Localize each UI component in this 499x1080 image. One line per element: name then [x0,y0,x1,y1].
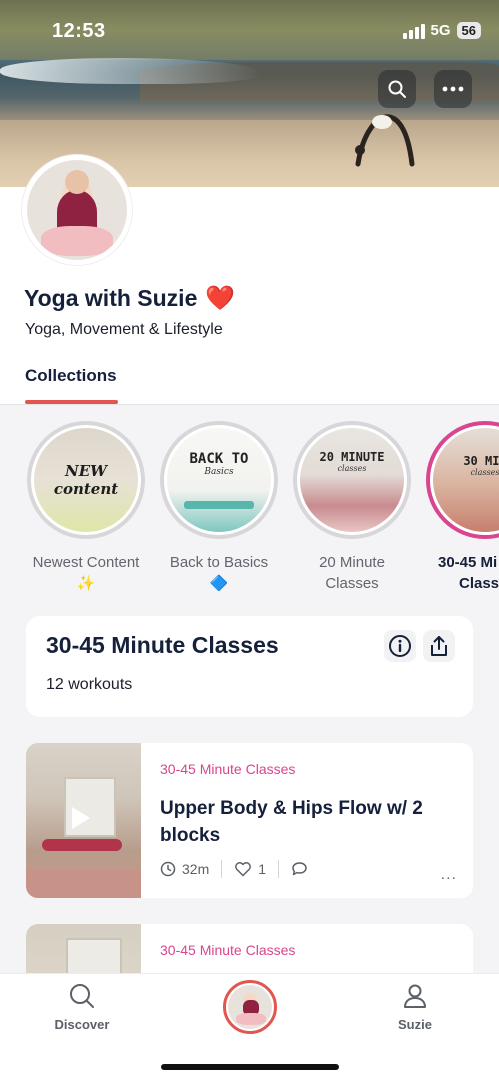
avatar [228,985,272,1029]
collection-image-text: NEW content [53,462,119,498]
nav-profile[interactable]: Suzie [365,982,465,1032]
like-button[interactable]: 1 [234,861,266,877]
collection-image-subtext: classes [470,468,499,477]
play-icon [72,807,90,829]
collection-image-text: 20 MINUTE [319,450,385,464]
collection-image-text: BACK TO [189,451,249,467]
info-icon [389,635,411,657]
user-icon [404,984,426,1008]
profile-name-text: Yoga with Suzie [24,285,198,311]
workout-collection-label: 30-45 Minute Classes [160,942,296,958]
search-icon [388,80,406,98]
home-indicator [161,1064,339,1070]
collection-title: 30-45 Minute Classes [46,632,279,658]
collection-20-minute-classes[interactable]: 20 MINUTE classes 20 Minute Classes [282,421,422,594]
more-horizontal-icon [442,86,464,92]
workout-stats: 32m 1 [160,860,308,878]
heart-icon: ❤️ [205,284,236,312]
profile-tagline: Yoga, Movement & Lifestyle [25,321,223,338]
nav-profile-label: Suzie [398,1017,432,1032]
clock-icon [160,861,176,877]
workout-collection-label: 30-45 Minute Classes [160,761,296,777]
profile-name: Yoga with Suzie ❤️ [24,285,235,312]
nav-discover[interactable]: Discover [32,982,132,1032]
collection-image-subtext: Basics [204,467,234,477]
cover-yoga-figure [355,114,415,167]
tab-underline [25,400,118,404]
tab-collections[interactable]: Collections [25,366,117,386]
status-indicators: 5G 56 [402,22,481,39]
comment-icon [292,862,307,876]
nav-home-avatar[interactable] [223,980,277,1034]
collection-label: Newest Content ✨ [32,554,140,592]
search-button[interactable] [378,70,416,108]
comment-button[interactable] [291,861,308,877]
duration: 32m [160,861,209,877]
collection-info-card: 30-45 Minute Classes 12 workouts [26,616,473,717]
profile-avatar[interactable] [22,155,132,265]
search-icon [70,984,94,1008]
collection-label: 20 Minute Classes [319,554,385,592]
workout-count: 12 workouts [46,676,133,693]
share-button[interactable] [423,630,455,662]
collection-label: Back to Basics 🔷 [169,554,269,592]
collections-carousel[interactable]: NEW content Newest Content ✨ BACK TO Bas… [0,405,499,605]
workout-title: Upper Body & Hips Flow w/ 2 blocks [160,798,423,846]
workout-thumbnail[interactable] [26,743,141,898]
collection-30-45-minute-classes[interactable]: 30 MIN classes 30-45 Mi Class [415,421,499,594]
workout-card[interactable]: 30-45 Minute Classes Upper Body & Hips F… [26,743,473,898]
more-options-button[interactable] [434,70,472,108]
collection-image-text: 30 MIN [463,454,499,468]
nav-discover-label: Discover [54,1017,110,1032]
collection-newest-content[interactable]: NEW content Newest Content ✨ [16,421,156,594]
share-icon [431,636,447,656]
workout-more-button[interactable]: ... [441,866,457,884]
network-label: 5G [430,22,451,39]
collection-back-to-basics[interactable]: BACK TO Basics Back to Basics 🔷 [149,421,289,594]
info-button[interactable] [384,630,416,662]
heart-outline-icon [235,862,252,877]
status-time: 12:53 [52,20,106,42]
collection-label: 30-45 Mi Class [438,554,499,592]
signal-icon [402,23,425,39]
collection-image-subtext: classes [337,464,367,473]
battery-indicator: 56 [456,22,481,39]
